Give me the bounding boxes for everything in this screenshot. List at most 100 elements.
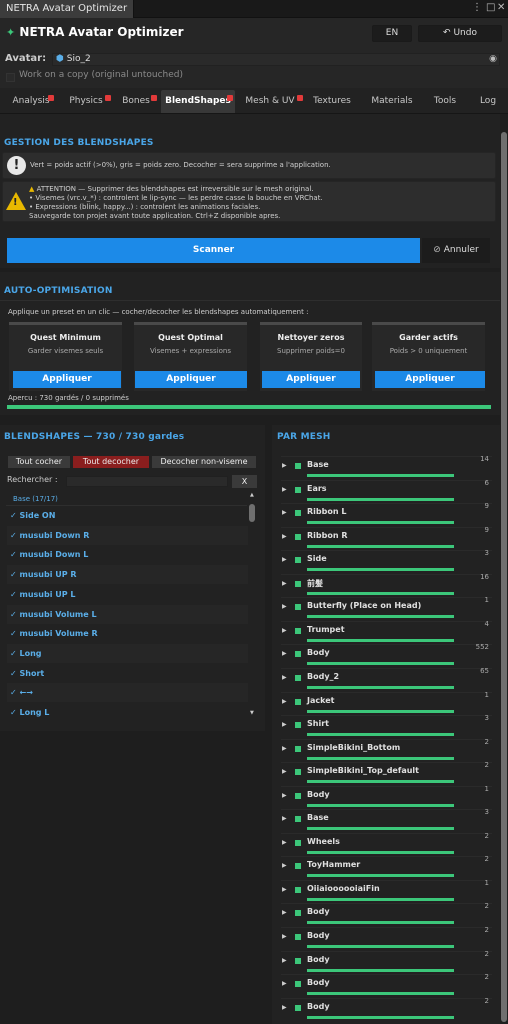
expand-arrow-icon[interactable]: ▶ [282, 957, 287, 964]
mesh-row[interactable]: ▶ Butterfly (Place on Head) 1 [281, 596, 492, 620]
target-icon[interactable]: ◉ [489, 54, 497, 65]
tab-physics[interactable]: Physics [62, 90, 110, 113]
main-scrollbar-thumb[interactable] [501, 132, 507, 1022]
mesh-row[interactable]: ▶ ToyHammer 2 [281, 855, 492, 879]
mesh-row[interactable]: ▶ Wheels 2 [281, 832, 492, 856]
active-status-dot [295, 627, 301, 634]
apply-quest-optimal-button[interactable]: Appliquer [135, 371, 247, 388]
blendshape-item[interactable]: ✓ Short [7, 664, 248, 683]
tab-blendshapes[interactable]: BlendShapes [161, 90, 235, 113]
blendshape-item[interactable]: ✓ Long L [7, 703, 248, 722]
apply-garder-actifs-button[interactable]: Appliquer [375, 371, 485, 388]
mesh-row[interactable]: ▶ Ribbon L 9 [281, 502, 492, 526]
apply-nettoyer-zeros-button[interactable]: Appliquer [262, 371, 360, 388]
expand-arrow-icon[interactable]: ▶ [282, 509, 287, 516]
expand-arrow-icon[interactable]: ▶ [282, 745, 287, 752]
expand-arrow-icon[interactable]: ▶ [282, 580, 287, 587]
expand-arrow-icon[interactable]: ▶ [282, 721, 287, 728]
mesh-row[interactable]: ▶ Base 14 [281, 455, 492, 479]
mesh-row[interactable]: ▶ SimpleBikini_Bottom 2 [281, 738, 492, 762]
blendshape-item[interactable]: ✓ musubi Volume R [7, 624, 248, 643]
scan-button[interactable]: Scanner [7, 238, 420, 263]
expand-arrow-icon[interactable]: ▶ [282, 792, 287, 799]
search-clear-button[interactable]: X [232, 475, 257, 488]
blendshape-item[interactable]: ✓ musubi UP L [7, 585, 248, 604]
expand-arrow-icon[interactable]: ▶ [282, 768, 287, 775]
restore-icon[interactable]: □ [486, 2, 495, 13]
mesh-row[interactable]: ▶ 前髪 16 [281, 573, 492, 597]
mesh-row[interactable]: ▶ Body 2 [281, 997, 492, 1021]
blendshape-item[interactable]: ✓ Long [7, 643, 248, 663]
expand-arrow-icon[interactable]: ▶ [282, 650, 287, 657]
preset-title: Nettoyer zeros [277, 333, 345, 342]
expand-arrow-icon[interactable]: ▶ [282, 533, 287, 540]
group-header-base[interactable]: Base (17/17) [6, 492, 247, 506]
scroll-up-icon[interactable]: ▲ [250, 492, 254, 498]
undo-button[interactable]: ↶ Undo [418, 25, 502, 42]
mesh-row[interactable]: ▶ Body 552 [281, 643, 492, 667]
expand-arrow-icon[interactable]: ▶ [282, 698, 287, 705]
mesh-row[interactable]: ▶ Base 3 [281, 808, 492, 832]
mesh-row[interactable]: ▶ Ears 6 [281, 479, 492, 503]
mesh-row[interactable]: ▶ Jacket 1 [281, 691, 492, 715]
expand-arrow-icon[interactable]: ▶ [282, 909, 287, 916]
expand-arrow-icon[interactable]: ▶ [282, 1004, 287, 1011]
tab-tools[interactable]: Tools [426, 90, 464, 113]
expand-arrow-icon[interactable]: ▶ [282, 627, 287, 634]
blendshape-item[interactable]: ✓ musubi Down R [7, 525, 248, 545]
mesh-row[interactable]: ▶ Side 3 [281, 549, 492, 573]
mesh-row[interactable]: ▶ Body_2 65 [281, 667, 492, 691]
tab-mesh-uv[interactable]: Mesh & UV [242, 90, 298, 113]
blendshape-list-scrollbar[interactable]: ▲ ▼ [248, 492, 258, 720]
expand-arrow-icon[interactable]: ▶ [282, 603, 287, 610]
expand-arrow-icon[interactable]: ▶ [282, 815, 287, 822]
expand-arrow-icon[interactable]: ▶ [282, 862, 287, 869]
mesh-row[interactable]: ▶ Body 2 [281, 902, 492, 926]
blendshape-list-scroll-thumb[interactable] [249, 504, 255, 522]
blendshape-item[interactable]: ✓ Side ON [7, 506, 248, 525]
blendshape-item[interactable]: ✓ musubi Volume L [7, 604, 248, 624]
cancel-button[interactable]: ⊘ Annuler [422, 238, 490, 263]
avatar-field[interactable]: ⬢ Sio_2 ◉ [52, 53, 500, 66]
scroll-down-icon[interactable]: ▼ [250, 710, 254, 716]
expand-arrow-icon[interactable]: ▶ [282, 462, 287, 469]
mesh-kept-bar [307, 827, 454, 831]
expand-arrow-icon[interactable]: ▶ [282, 980, 287, 987]
copy-checkbox[interactable] [6, 73, 15, 82]
mesh-row[interactable]: ▶ OiiaioooooiaiFin 1 [281, 879, 492, 903]
expand-arrow-icon[interactable]: ▶ [282, 933, 287, 940]
more-vert-icon[interactable]: ⋮ [472, 2, 482, 13]
mesh-row[interactable]: ▶ Body 1 [281, 785, 492, 809]
blendshape-item[interactable]: ✓ ←→ [7, 683, 248, 703]
mesh-row[interactable]: ▶ Body 2 [281, 973, 492, 997]
tab-log[interactable]: Log [472, 90, 504, 113]
language-button[interactable]: EN [372, 25, 412, 42]
mesh-row[interactable]: ▶ SimpleBikini_Top_default 2 [281, 761, 492, 785]
expand-arrow-icon[interactable]: ▶ [282, 839, 287, 846]
blendshape-item[interactable]: ✓ musubi Down L [7, 545, 248, 564]
avatar-row: Avatar: ⬢ Sio_2 ◉ [0, 50, 508, 68]
apply-quest-minimum-button[interactable]: Appliquer [13, 371, 121, 388]
tab-bones[interactable]: Bones [116, 90, 156, 113]
window-tab[interactable]: NETRA Avatar Optimizer [0, 0, 135, 18]
uncheck-all-button[interactable]: Tout decocher [73, 456, 149, 468]
tab-materials[interactable]: Materials [366, 90, 418, 113]
tab-analysis[interactable]: Analysis [4, 90, 58, 113]
mesh-count: 3 [484, 714, 489, 723]
mesh-row[interactable]: ▶ Shirt 3 [281, 714, 492, 738]
mesh-row[interactable]: ▶ Body 2 [281, 926, 492, 950]
mesh-row[interactable]: ▶ Body 2 [281, 950, 492, 974]
mesh-row[interactable]: ▶ Trumpet 4 [281, 620, 492, 644]
expand-arrow-icon[interactable]: ▶ [282, 486, 287, 493]
check-all-button[interactable]: Tout cocher [8, 456, 70, 468]
uncheck-non-viseme-button[interactable]: Decocher non-viseme [152, 456, 256, 468]
blendshape-item[interactable]: ✓ musubi UP R [7, 565, 248, 585]
expand-arrow-icon[interactable]: ▶ [282, 674, 287, 681]
tab-textures[interactable]: Textures [308, 90, 356, 113]
main-scrollbar[interactable] [500, 114, 508, 1024]
expand-arrow-icon[interactable]: ▶ [282, 886, 287, 893]
search-input[interactable] [66, 476, 228, 487]
close-icon[interactable]: ✕ [497, 2, 505, 13]
expand-arrow-icon[interactable]: ▶ [282, 556, 287, 563]
mesh-row[interactable]: ▶ Ribbon R 9 [281, 526, 492, 550]
